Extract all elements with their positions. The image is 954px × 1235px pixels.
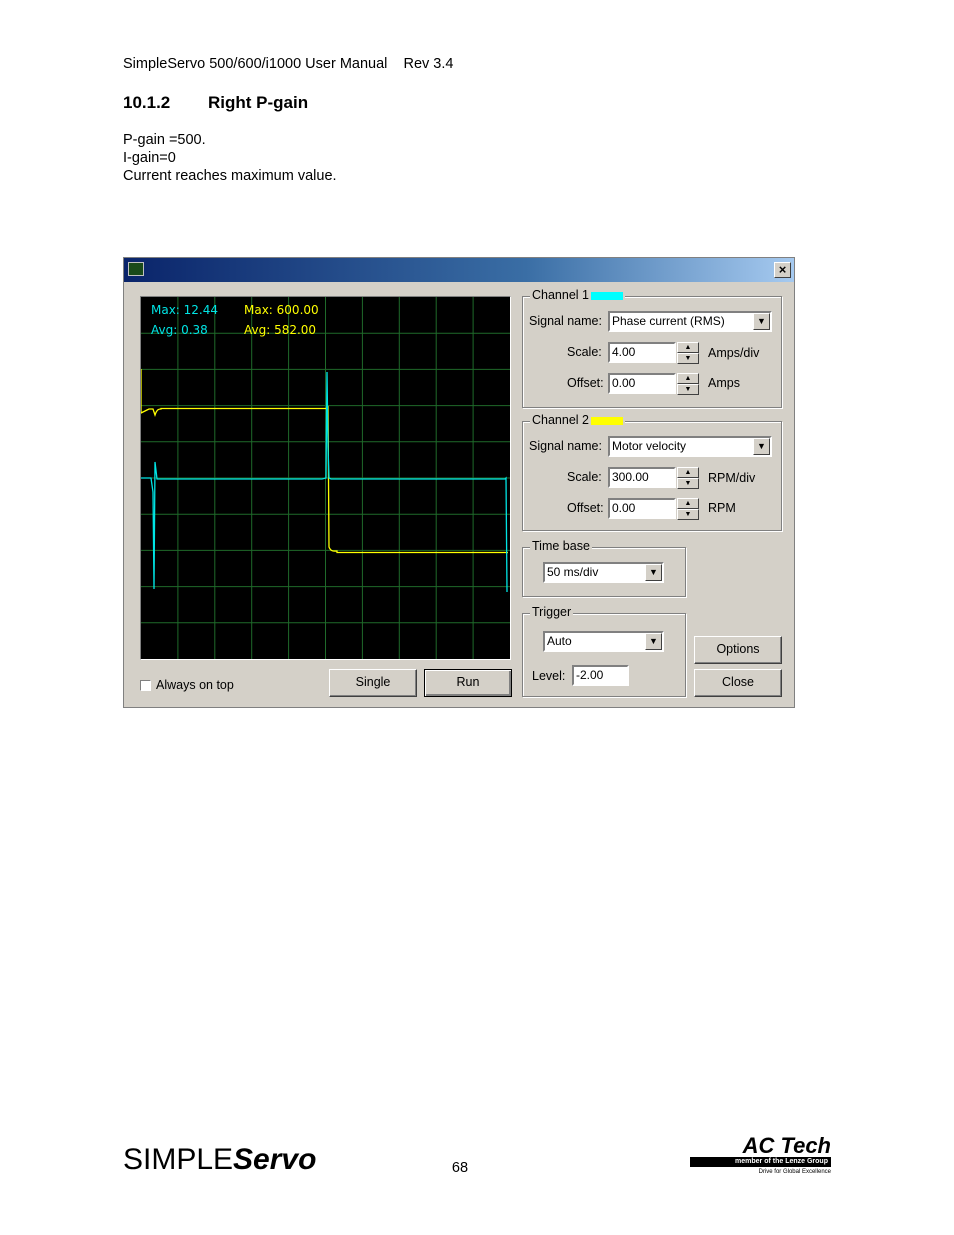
ch2-max-readout: Max: 600.00 (244, 303, 319, 317)
section-number: 10.1.2 (123, 93, 171, 112)
spin-up-icon[interactable]: ▲ (677, 467, 699, 478)
pgain-line: P-gain =500. (123, 132, 206, 148)
channel1-title: Channel 1 (530, 288, 625, 302)
scope-app-icon (128, 262, 144, 276)
chevron-down-icon[interactable]: ▼ (753, 438, 770, 455)
single-button[interactable]: Single (329, 669, 417, 697)
ch2-offset-input[interactable]: 0.00 (608, 498, 676, 519)
spin-down-icon[interactable]: ▼ (677, 478, 699, 489)
ch1-scale-unit: Amps/div (708, 346, 760, 360)
ch1-offset-unit: Amps (708, 376, 740, 390)
spin-down-icon[interactable]: ▼ (677, 384, 699, 395)
ch2-avg-readout: Avg: 582.00 (244, 323, 317, 337)
spin-up-icon[interactable]: ▲ (677, 373, 699, 384)
ch1-scale-input[interactable]: 4.00 (608, 342, 676, 363)
ch2-scale-label: Scale: (567, 470, 602, 484)
ch2-signal-select[interactable]: Motor velocity (608, 436, 772, 457)
ch2-signal-label: Signal name: (529, 439, 602, 453)
channel2-color-swatch (591, 416, 623, 425)
scope-display: Max: 12.44 Avg: 0.38 Max: 600.00 Avg: 58… (140, 296, 511, 660)
ch2-offset-label: Offset: (567, 501, 604, 515)
page-header: SimpleServo 500/600/i1000 User Manual Re… (123, 56, 454, 72)
channel1-color-swatch (591, 291, 623, 300)
simpleservo-logo: SIMPLEServo (123, 1143, 317, 1176)
ch1-offset-input[interactable]: 0.00 (608, 373, 676, 394)
ch1-scale-label: Scale: (567, 345, 602, 359)
options-button[interactable]: Options (694, 636, 782, 664)
ch1-offset-label: Offset: (567, 376, 604, 390)
spin-down-icon[interactable]: ▼ (677, 509, 699, 520)
description-text: P-gain =500. I-gain=0 Current reaches ma… (123, 131, 337, 185)
spin-up-icon[interactable]: ▲ (677, 498, 699, 509)
result-line: Current reaches maximum value. (123, 168, 337, 184)
ch1-max-readout: Max: 12.44 (151, 303, 219, 317)
channel1-trace (141, 371, 508, 593)
chevron-down-icon[interactable]: ▼ (645, 633, 662, 650)
section-title: Right P-gain (208, 93, 309, 112)
close-button[interactable]: Close (694, 669, 782, 697)
igain-line: I-gain=0 (123, 150, 176, 166)
trigger-level-input[interactable]: -2.00 (572, 665, 629, 686)
always-on-top-label: Always on top (156, 678, 234, 692)
actech-logo: AC Tech member of the Lenze Group Drive … (690, 1133, 831, 1177)
ch2-scale-input[interactable]: 300.00 (608, 467, 676, 488)
ch1-signal-label: Signal name: (529, 314, 602, 328)
spin-down-icon[interactable]: ▼ (677, 353, 699, 364)
channel2-title: Channel 2 (530, 413, 625, 427)
trigger-title: Trigger (530, 605, 574, 619)
timebase-title: Time base (530, 539, 592, 553)
ch2-offset-unit: RPM (708, 501, 736, 515)
chevron-down-icon[interactable]: ▼ (645, 564, 662, 581)
close-icon[interactable]: × (774, 262, 791, 278)
chevron-down-icon[interactable]: ▼ (753, 313, 770, 330)
ch1-avg-readout: Avg: 0.38 (151, 323, 208, 337)
section-heading: 10.1.2 Right P-gain (123, 93, 308, 113)
ch1-signal-select[interactable]: Phase current (RMS) (608, 311, 772, 332)
run-button[interactable]: Run (424, 669, 512, 697)
ch2-scale-unit: RPM/div (708, 471, 756, 485)
always-on-top-checkbox[interactable] (140, 680, 151, 691)
page-number: 68 (451, 1160, 469, 1176)
title-bar[interactable]: × (124, 258, 794, 282)
channel2-trace (141, 369, 508, 554)
trigger-level-label: Level: (532, 669, 566, 683)
scope-plot (141, 297, 510, 659)
oscilloscope-dialog: × Max: 12.44 Avg: 0.38 Max: 600.00 Avg: … (123, 257, 795, 708)
spin-up-icon[interactable]: ▲ (677, 342, 699, 353)
